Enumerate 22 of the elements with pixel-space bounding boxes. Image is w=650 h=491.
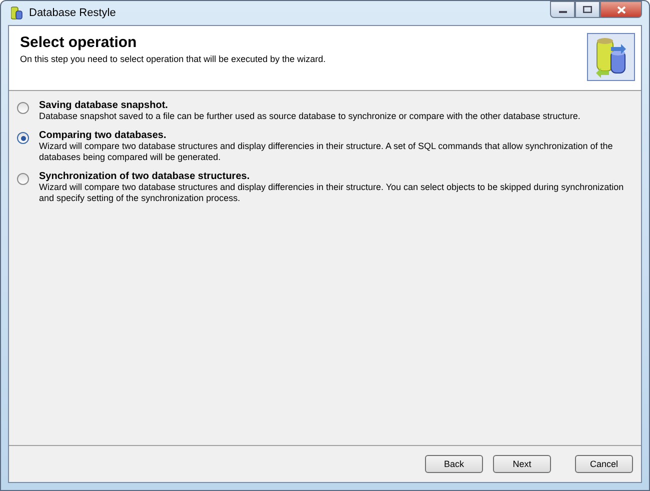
wizard-button[interactable]: Back: [425, 455, 483, 473]
close-icon: [616, 6, 626, 14]
option-description: Wizard will compare two database structures and display differencies in their structure. A set of SQL commands that allow synchronization of the databases being compared will be generated.: [39, 141, 614, 163]
radio-button[interactable]: [17, 102, 29, 114]
page-title: Select operation: [20, 34, 138, 51]
radio-button[interactable]: [17, 132, 29, 144]
maximize-icon: [583, 6, 592, 13]
wizard-button[interactable]: Cancel: [575, 455, 633, 473]
option-description: Wizard will compare two database structures and display differencies in their structure. You can select objects to be skipped during synchronization and specify setting of the synchronization process.: [39, 182, 625, 204]
maximize-button[interactable]: [575, 1, 600, 18]
database-sync-icon: [587, 33, 635, 81]
option-title: Synchronization of two database structures.: [39, 171, 251, 182]
option-description: Database snapshot saved to a file can be further used as source database to synchronize or compare with the other database structure.: [39, 111, 580, 122]
minimize-button[interactable]: [550, 1, 575, 18]
radio-button[interactable]: [17, 173, 29, 185]
page-description: On this step you need to select operation that will be executed by the wizard.: [20, 54, 326, 64]
option-title: Comparing two databases.: [39, 130, 168, 141]
wizard-button[interactable]: Next: [493, 455, 551, 473]
database-icon: [11, 6, 23, 20]
close-button[interactable]: [600, 1, 642, 18]
window-title: Database Restyle: [29, 7, 116, 19]
option-title: Saving database snapshot.: [39, 100, 169, 111]
